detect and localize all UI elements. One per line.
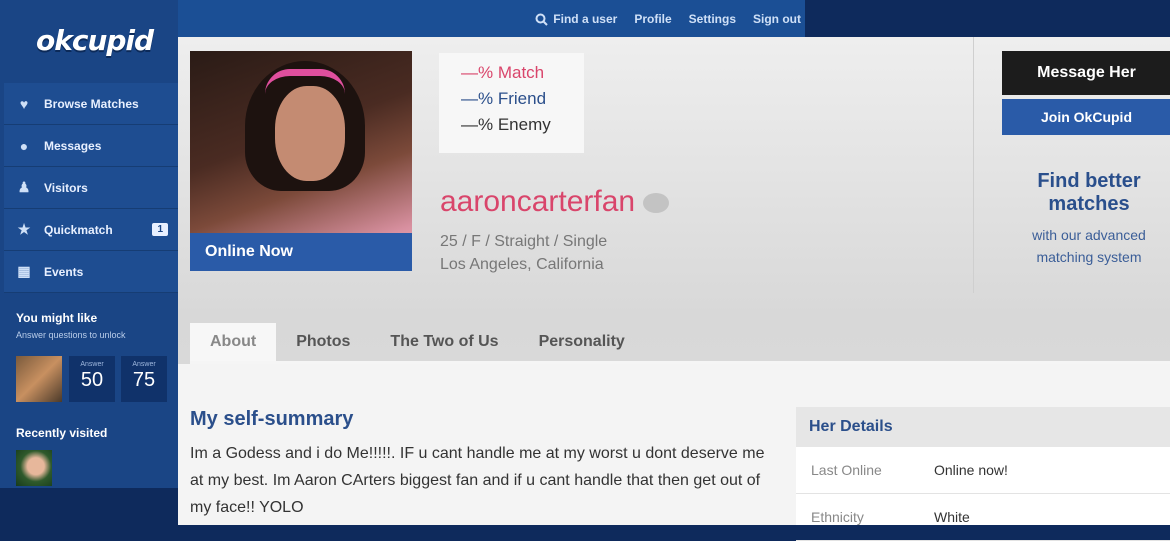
sidebar-item-browse-matches[interactable]: ♥ Browse Matches: [4, 83, 178, 125]
sidebar-item-quickmatch[interactable]: ★ Quickmatch 1: [4, 209, 178, 251]
star-icon: ★: [17, 221, 31, 237]
online-status-banner: Online Now: [190, 233, 412, 271]
answer-box-label: Answer: [80, 361, 104, 368]
calendar-icon: ▦: [17, 263, 31, 279]
match-percent: —% Match: [461, 63, 545, 82]
profile-username-row: aaroncarterfan: [440, 185, 670, 219]
settings-link[interactable]: Settings: [689, 12, 736, 26]
profile-link[interactable]: Profile: [634, 12, 671, 26]
answer-box-50[interactable]: Answer 50: [69, 356, 115, 402]
details-row: Last Online Online now!: [796, 447, 1170, 494]
answer-box-label: Answer: [132, 361, 156, 368]
recently-visited-thumbnail[interactable]: [16, 450, 52, 486]
you-might-like-subtext: Answer questions to unlock: [16, 330, 126, 340]
promo-title: Find better matches: [1037, 170, 1141, 215]
sidebar-item-visitors[interactable]: ♟ Visitors: [4, 167, 178, 209]
tab-photos[interactable]: Photos: [276, 323, 370, 361]
profile-location: Los Angeles, California: [440, 256, 604, 273]
suggested-user-thumbnail[interactable]: [16, 356, 62, 402]
action-column: Message Her Join OkCupid Find better mat…: [973, 37, 1170, 293]
her-details-heading: Her Details: [796, 407, 1170, 447]
sidebar-item-label: Events: [44, 264, 84, 279]
enemy-percent: —% Enemy: [461, 115, 551, 134]
find-user-link[interactable]: Find a user: [535, 12, 617, 26]
quickmatch-count-badge: 1: [152, 223, 168, 236]
chat-bubble-icon: ●: [19, 137, 29, 154]
profile-tabs: About Photos The Two of Us Personality: [190, 323, 645, 361]
search-icon: [535, 13, 549, 26]
okcupid-logo[interactable]: okcupid: [36, 24, 154, 57]
heart-icon: ♥: [19, 95, 29, 112]
profile-body: My self-summary Im a Godess and i do Me!…: [178, 364, 1170, 541]
sidebar: okcupid ♥ Browse Matches ● Messages ♟ Vi…: [0, 0, 178, 488]
message-her-button[interactable]: Message Her: [1002, 51, 1170, 95]
self-summary-text: Im a Godess and i do Me!!!!!. IF u cant …: [190, 445, 765, 516]
profile-demographics: 25 / F / Straight / Single: [440, 233, 608, 250]
sign-out-link[interactable]: Sign out: [753, 12, 801, 26]
find-user-label: Find a user: [553, 12, 618, 26]
tab-the-two-of-us[interactable]: The Two of Us: [370, 323, 518, 361]
sidebar-item-label: Quickmatch: [44, 222, 113, 237]
sidebar-item-label: Browse Matches: [44, 96, 139, 111]
sidebar-nav: ♥ Browse Matches ● Messages ♟ Visitors ★…: [4, 83, 178, 293]
details-label: Ethnicity: [811, 509, 864, 525]
join-okcupid-button[interactable]: Join OkCupid: [1002, 99, 1170, 135]
sidebar-item-label: Visitors: [44, 180, 88, 195]
users-icon: ♟: [17, 179, 31, 195]
details-value: White: [934, 509, 970, 525]
her-details-panel: Her Details Last Online Online now! Ethn…: [796, 407, 1170, 541]
self-summary-heading: My self-summary: [190, 408, 354, 430]
friend-percent: —% Friend: [461, 89, 547, 108]
details-row: Ethnicity White: [796, 494, 1170, 541]
answer-box-count: 50: [80, 369, 104, 391]
details-label: Last Online: [811, 462, 882, 478]
profile-content: Online Now —% Match —% Friend —% Enemy a…: [178, 37, 1170, 541]
you-might-like-heading: You might like: [16, 311, 98, 325]
match-percentages: —% Match —% Friend —% Enemy: [439, 53, 584, 153]
top-nav: Find a user Profile Settings Sign out: [535, 12, 801, 26]
sidebar-item-label: Messages: [44, 138, 102, 153]
answer-box-75[interactable]: Answer 75: [121, 356, 167, 402]
answer-box-count: 75: [132, 369, 156, 391]
recently-visited-heading: Recently visited: [16, 426, 108, 440]
chat-icon[interactable]: [643, 193, 670, 214]
tab-about[interactable]: About: [190, 323, 277, 361]
profile-username: aaroncarterfan: [440, 185, 636, 218]
details-value: Online now!: [934, 462, 1008, 478]
sidebar-item-messages[interactable]: ● Messages: [4, 125, 178, 167]
tab-personality[interactable]: Personality: [519, 323, 645, 361]
promo-subtext: with our advanced matching system: [1032, 227, 1146, 265]
sidebar-item-events[interactable]: ▦ Events: [4, 251, 178, 293]
